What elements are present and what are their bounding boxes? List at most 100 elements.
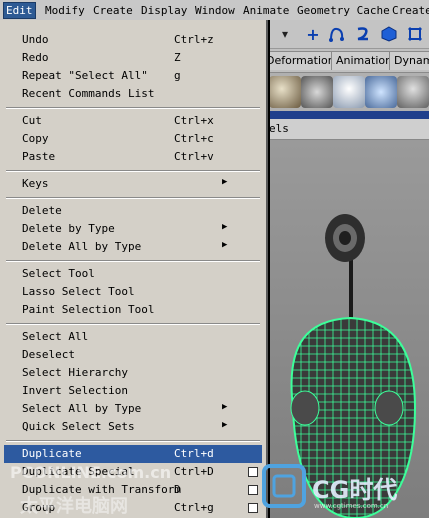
menu-item-shortcut: Ctrl+g <box>174 501 214 514</box>
menu-item-lasso-select-tool[interactable]: Lasso Select Tool <box>4 283 262 301</box>
watermark-logo-url: www.cgtimes.com.cn <box>314 502 389 510</box>
menu-item-quick-select-sets[interactable]: Quick Select Sets ▶ <box>4 418 262 436</box>
menu-item-label: Paint Selection Tool <box>22 303 155 316</box>
menu-geometry-cache[interactable]: Geometry Cache <box>297 3 390 18</box>
menu-item-select-hierarchy[interactable]: Select Hierarchy <box>4 364 262 382</box>
cube-icon[interactable] <box>379 23 399 45</box>
viewport[interactable] <box>265 140 429 518</box>
menu-item-shortcut: Ctrl+x <box>174 114 214 127</box>
panel-title-bar <box>265 111 429 119</box>
menu-item-label: Delete <box>22 204 62 217</box>
menu-item-shortcut: Z <box>174 51 181 64</box>
menu-separator <box>6 260 260 262</box>
menu-item-label: Duplicate <box>22 447 82 460</box>
menu-item-select-tool[interactable]: Select Tool <box>4 265 262 283</box>
tab-animation[interactable]: Animation <box>331 51 398 70</box>
menu-item-recent-commands-list[interactable]: Recent Commands List <box>4 85 262 103</box>
menu-create-2[interactable]: Create <box>392 3 429 18</box>
menu-item-repeat-select-all[interactable]: Repeat "Select All" g <box>4 67 262 85</box>
panel-menu-label[interactable]: els <box>269 122 289 135</box>
shelf-tool-icon[interactable] <box>397 76 429 108</box>
menu-item-label: Recent Commands List <box>22 87 155 100</box>
watermark-logo-text: CG时代 <box>312 476 398 504</box>
frame-icon[interactable] <box>405 23 425 45</box>
character-model <box>290 214 417 518</box>
shelf-tool-icon[interactable] <box>269 76 301 108</box>
menu-item-shortcut: Ctrl+d <box>174 447 214 460</box>
shelf-tool-icon[interactable] <box>301 76 333 108</box>
submenu-arrow-icon: ▶ <box>222 177 228 187</box>
cg-logo-icon <box>262 464 306 508</box>
menu-edit[interactable]: Edit <box>3 2 36 19</box>
menu-item-shortcut: Ctrl+c <box>174 132 214 145</box>
menu-item-label: Quick Select Sets <box>22 420 135 433</box>
menu-modify[interactable]: Modify <box>45 3 85 18</box>
menu-item-invert-selection[interactable]: Invert Selection <box>4 382 262 400</box>
curve-icon[interactable] <box>327 23 347 45</box>
menu-item-label: Select Hierarchy <box>22 366 128 379</box>
menu-item-delete-all-by-type[interactable]: Delete All by Type ▶ <box>4 238 262 256</box>
menu-animate[interactable]: Animate <box>243 3 289 18</box>
shelf-tabs: Deformation Animation Dynami <box>261 49 429 73</box>
menu-item-label: Delete All by Type <box>22 240 142 253</box>
menu-separator <box>6 323 260 325</box>
menu-item-paste[interactable]: Paste Ctrl+v <box>4 148 262 166</box>
menu-separator <box>6 197 260 199</box>
tab-deformation[interactable]: Deformation <box>261 51 340 70</box>
menu-item-label: Paste <box>22 150 56 163</box>
menu-item-select-all[interactable]: Select All <box>4 328 262 346</box>
status-toolbar: ▾ + <box>265 20 429 49</box>
option-box-icon[interactable] <box>248 503 258 513</box>
menu-create[interactable]: Create <box>93 3 133 18</box>
watermark-logo: CG时代 www.cgtimes.com.cn <box>262 464 422 514</box>
menu-display[interactable]: Display <box>141 3 187 18</box>
menu-window[interactable]: Window <box>195 3 235 18</box>
menu-item-delete[interactable]: Delete <box>4 202 262 220</box>
menu-item-shortcut: D <box>174 483 181 496</box>
panel-menu-bar: els <box>265 119 429 140</box>
menu-item-label: Cut <box>22 114 42 127</box>
arrow-down-icon[interactable]: ▾ <box>275 23 295 45</box>
option-box-icon[interactable] <box>248 467 258 477</box>
submenu-arrow-icon: ▶ <box>222 240 228 250</box>
menu-separator <box>6 107 260 109</box>
edit-menu-dropdown: Undo Ctrl+z Redo Z Repeat "Select All" g Recen… <box>0 20 268 518</box>
menu-item-label: Delete by Type <box>22 222 115 235</box>
menu-item-paint-selection-tool[interactable]: Paint Selection Tool <box>4 301 262 319</box>
submenu-arrow-icon: ▶ <box>222 402 228 412</box>
menu-item-deselect[interactable]: Deselect <box>4 346 262 364</box>
menu-item-label: Lasso Select Tool <box>22 285 135 298</box>
shelf-tool-icon[interactable] <box>365 76 397 108</box>
menu-item-label: Undo <box>22 33 49 46</box>
submenu-arrow-icon: ▶ <box>222 420 228 430</box>
shelf-tool-icon[interactable] <box>333 76 365 108</box>
menu-item-label: Invert Selection <box>22 384 128 397</box>
menu-item-redo[interactable]: Redo Z <box>4 49 262 67</box>
watermark-pconline: PCONLINE.com.cn <box>10 463 172 482</box>
menu-item-label: Keys <box>22 177 49 190</box>
menu-separator <box>6 440 260 442</box>
menu-item-select-all-by-type[interactable]: Select All by Type ▶ <box>4 400 262 418</box>
menu-item-label: Select Tool <box>22 267 95 280</box>
menu-separator <box>6 170 260 172</box>
s-curve-icon[interactable] <box>353 23 373 45</box>
menu-item-delete-by-type[interactable]: Delete by Type ▶ <box>4 220 262 238</box>
menu-item-keys[interactable]: Keys ▶ <box>4 175 262 193</box>
menu-item-shortcut: g <box>174 69 181 82</box>
plus-icon[interactable]: + <box>303 23 323 45</box>
tab-dynamics[interactable]: Dynami <box>389 51 429 70</box>
menu-item-label: Repeat "Select All" <box>22 69 148 82</box>
menu-item-shortcut: Ctrl+v <box>174 150 214 163</box>
menu-item-label: Redo <box>22 51 49 64</box>
menu-item-shortcut: Ctrl+D <box>174 465 214 478</box>
menu-bar: Edit Modify Create Display Window Animat… <box>0 0 429 21</box>
watermark-pconline-cn: 太平洋电脑网 <box>20 496 128 517</box>
submenu-arrow-icon: ▶ <box>222 222 228 232</box>
menu-item-copy[interactable]: Copy Ctrl+c <box>4 130 262 148</box>
option-box-icon[interactable] <box>248 485 258 495</box>
menu-item-cut[interactable]: Cut Ctrl+x <box>4 112 262 130</box>
menu-item-duplicate[interactable]: Duplicate Ctrl+d <box>4 445 262 463</box>
menu-item-undo[interactable]: Undo Ctrl+z <box>4 31 262 49</box>
shelf-icons <box>265 73 429 112</box>
menu-item-label: Select All by Type <box>22 402 142 415</box>
